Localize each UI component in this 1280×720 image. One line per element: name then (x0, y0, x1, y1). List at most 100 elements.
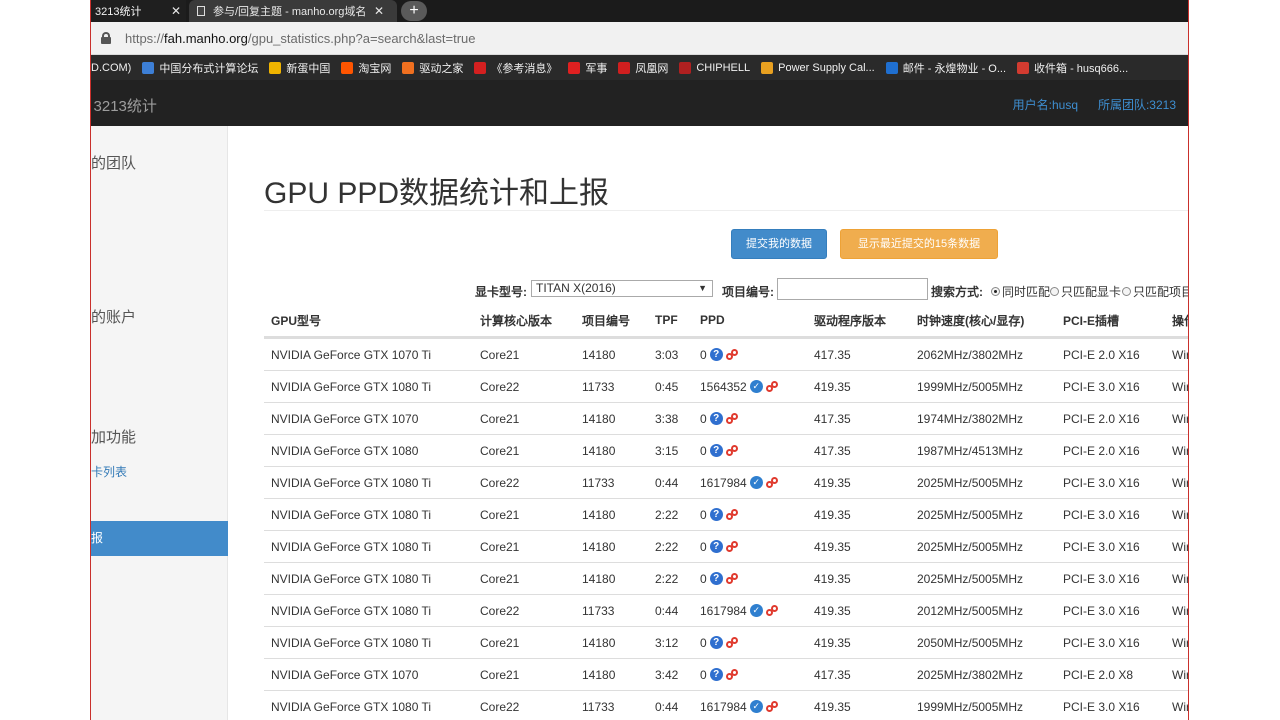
sidebar-item-my-account[interactable]: 的账户 (91, 306, 136, 327)
new-tab-button[interactable]: + (401, 1, 427, 21)
clock-speed-cell: 1974MHz/3802MHz (917, 403, 1023, 434)
column-header[interactable]: TPF (655, 304, 678, 336)
tpf-cell-text: 2:22 (655, 571, 679, 586)
link-icon[interactable] (765, 700, 779, 713)
bookmark-item[interactable]: CHIPHELL (679, 61, 750, 74)
gpu-model-cell: NVIDIA GeForce GTX 1070 (271, 403, 418, 434)
tab-close-icon[interactable]: ✕ (171, 4, 181, 18)
core-version-cell-text: Core21 (480, 443, 520, 458)
unknown-question-icon[interactable]: ? (709, 444, 723, 457)
link-icon[interactable] (765, 380, 779, 393)
radio-button[interactable] (1122, 287, 1131, 296)
bookmark-item[interactable]: 军事 (568, 60, 607, 76)
tpf-cell: 0:44 (655, 467, 678, 498)
project-number-cell-text: 14180 (582, 347, 616, 362)
verified-check-icon[interactable]: ✓ (749, 604, 763, 617)
link-icon[interactable] (765, 604, 779, 617)
tab-reply-thread[interactable]: 参与/回复主题 - manho.org域名 ✕ (189, 0, 397, 22)
radio-button[interactable] (1050, 287, 1059, 296)
bookmark-item[interactable]: 中国分布式计算论坛 (142, 60, 258, 76)
radio-match-both[interactable]: 同时匹配 (991, 283, 1050, 300)
link-icon[interactable] (725, 668, 739, 681)
unknown-question-icon[interactable]: ? (709, 348, 723, 361)
project-number-cell-text: 14180 (582, 571, 616, 586)
column-header[interactable]: 项目编号 (582, 304, 630, 336)
radio-match-project[interactable]: 只匹配项目 (1122, 283, 1188, 300)
submit-data-button[interactable]: 提交我的数据 (731, 229, 827, 259)
project-number-cell-text: 14180 (582, 507, 616, 522)
link-icon[interactable] (725, 412, 739, 425)
browser-window: 3213统计 ✕ 参与/回复主题 - manho.org域名 ✕ + https… (90, 0, 1189, 720)
link-icon[interactable] (765, 476, 779, 489)
pcie-slot-cell-text: PCI-E 3.0 X16 (1063, 379, 1140, 394)
show-recent-button[interactable]: 显示最近提交的15条数据 (840, 229, 998, 259)
pcie-slot-cell: PCI-E 3.0 X16 (1063, 627, 1140, 658)
bookmark-item[interactable]: 收件箱 - husq666... (1017, 60, 1128, 76)
tab-3213-stats[interactable]: 3213统计 ✕ (91, 0, 186, 22)
clock-speed-cell-text: 1987MHz/4513MHz (917, 443, 1024, 458)
sidebar-item-my-team[interactable]: 的团队 (91, 152, 136, 173)
link-icon[interactable] (725, 508, 739, 521)
driver-version-cell: 417.35 (814, 339, 851, 370)
sidebar-item-extra-features[interactable]: 加功能 (91, 426, 136, 447)
tab-close-icon[interactable]: ✕ (374, 4, 384, 18)
bookmark-item[interactable]: 淘宝网 (341, 60, 391, 76)
action-cell-text: Wir (1172, 347, 1189, 362)
link-icon[interactable] (725, 636, 739, 649)
pcie-slot-cell: PCI-E 2.0 X8 (1063, 659, 1133, 690)
pcie-slot-cell-text: PCI-E 3.0 X16 (1063, 539, 1140, 554)
bookmark-item[interactable]: 凤凰网 (618, 60, 668, 76)
link-icon[interactable] (725, 540, 739, 553)
nav-username-link[interactable]: 用户名:husq (1013, 96, 1078, 113)
core-version-cell: Core22 (480, 595, 519, 626)
bookmark-item[interactable]: 新蛋中国 (269, 60, 330, 76)
verified-check-icon[interactable]: ✓ (749, 476, 763, 489)
column-header[interactable]: 时钟速度(核心/显存) (917, 304, 1024, 336)
radio-button[interactable] (991, 287, 1000, 296)
link-icon[interactable] (725, 572, 739, 585)
link-icon[interactable] (725, 348, 739, 361)
bookmark-item[interactable]: 《参考消息》 (474, 60, 557, 76)
verified-check-icon[interactable]: ✓ (749, 380, 763, 393)
column-header[interactable]: 驱动程序版本 (814, 304, 886, 336)
table-row: NVIDIA GeForce GTX 1070 Core21 14180 3:42 0?… (264, 658, 1188, 690)
nav-team-link[interactable]: 所属团队:3213 (1098, 96, 1176, 113)
project-number-input[interactable] (777, 278, 928, 300)
column-header[interactable]: 操作 (1172, 304, 1188, 336)
bookmark-item[interactable]: 邮件 - 永煌物业 - O... (885, 60, 1006, 76)
unknown-question-icon[interactable]: ? (709, 540, 723, 553)
bookmark-item[interactable]: 驱动之家 (402, 60, 463, 76)
column-header[interactable]: GPU型号 (271, 304, 321, 336)
ppd-cell: 0? (700, 403, 739, 434)
radio-label: 同时匹配 (1002, 285, 1051, 299)
site-brand[interactable]: e 3213统计 (91, 95, 157, 116)
project-number-cell-text: 14180 (582, 539, 616, 554)
driver-version-cell-text: 419.35 (814, 635, 851, 650)
search-mode-label: 搜索方式: (931, 285, 983, 299)
gpu-model-select[interactable]: TITAN X(2016) ▼ (531, 280, 713, 297)
unknown-question-icon[interactable]: ? (709, 572, 723, 585)
bookmark-item[interactable]: Power Supply Cal... (761, 61, 875, 74)
unknown-question-icon[interactable]: ? (709, 636, 723, 649)
column-header[interactable]: PCI-E插槽 (1063, 304, 1119, 336)
url-text[interactable]: https://fah.manho.org/gpu_statistics.php… (125, 31, 476, 46)
core-version-cell-text: Core21 (480, 411, 520, 426)
column-header[interactable]: PPD (700, 304, 725, 336)
sidebar-item-report-active[interactable]: 报 (91, 521, 228, 556)
link-icon[interactable] (725, 444, 739, 457)
clock-speed-cell: 2062MHz/3802MHz (917, 339, 1023, 370)
radio-match-gpu[interactable]: 只匹配显卡 (1050, 283, 1121, 300)
column-header[interactable]: 计算核心版本 (480, 304, 552, 336)
bookmark-item[interactable]: D.COM) (91, 62, 131, 74)
gpu-model-cell-text: NVIDIA GeForce GTX 1070 (271, 411, 419, 426)
address-bar[interactable]: https://fah.manho.org/gpu_statistics.php… (91, 22, 1188, 55)
ppd-cell: 1617984 ✓ (700, 467, 779, 498)
gmail-icon (1017, 61, 1030, 74)
unknown-question-icon[interactable]: ? (709, 412, 723, 425)
unknown-question-icon[interactable]: ? (709, 668, 723, 681)
action-cell-text: Wir (1172, 411, 1189, 426)
sidebar-link-gpu-list[interactable]: 卡列表 (91, 463, 127, 480)
unknown-question-icon[interactable]: ? (709, 508, 723, 521)
table-row: NVIDIA GeForce GTX 1080 Ti Core21 14180 2:2… (264, 498, 1188, 530)
verified-check-icon[interactable]: ✓ (749, 700, 763, 713)
